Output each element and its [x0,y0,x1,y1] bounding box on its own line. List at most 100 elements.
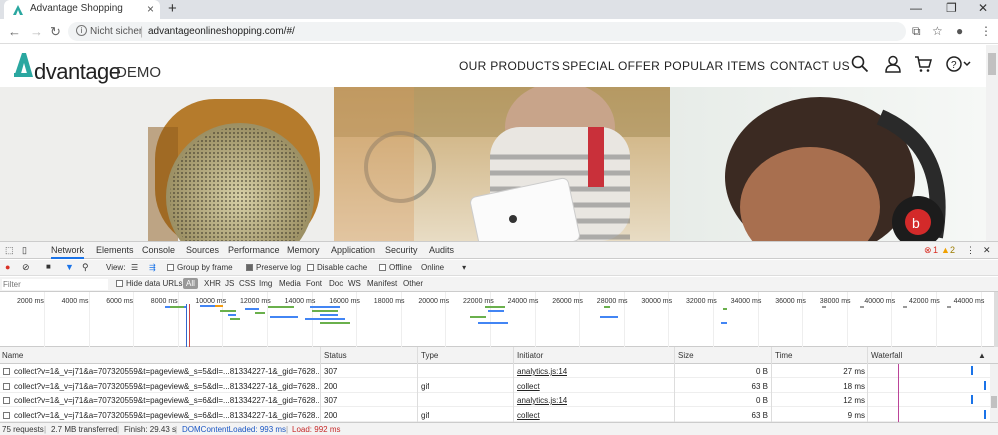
nav-contact-us[interactable]: CONTACT US [770,59,850,73]
overview-request-bar [268,306,294,308]
search-icon[interactable] [851,55,869,73]
help-icon[interactable]: ? [946,55,972,73]
cart-icon[interactable] [914,55,932,73]
filter-type-all[interactable]: All [183,278,198,289]
inspect-element-icon[interactable]: ⬚ [5,245,14,256]
large-rows-icon[interactable]: ☰ [131,263,138,272]
filter-type-img[interactable]: Img [259,279,272,288]
close-tab-icon[interactable]: × [147,2,154,16]
close-window-icon[interactable]: ✕ [978,1,988,15]
info-icon[interactable]: i [76,25,87,36]
browser-tab[interactable]: Advantage Shopping × [4,0,160,19]
column-size[interactable]: Size [678,351,694,360]
filter-type-css[interactable]: CSS [239,279,255,288]
column-waterfall[interactable]: Waterfall [871,351,902,360]
request-name[interactable]: collect?v=1&_v=j71&a=707320559&t=pagevie… [14,396,319,405]
filter-icon[interactable]: ▼ [65,262,74,272]
column-type[interactable]: Type [421,351,438,360]
device-toolbar-icon[interactable]: ▯ [22,245,27,256]
tab-application[interactable]: Application [331,245,375,255]
column-divider[interactable] [771,347,772,422]
filter-type-ws[interactable]: WS [348,279,361,288]
reload-icon[interactable]: ↻ [50,24,61,40]
filter-type-xhr[interactable]: XHR [204,279,221,288]
throttling-select[interactable]: Online ▾ [421,263,466,272]
column-divider[interactable] [320,347,321,422]
page-scrollbar[interactable] [986,45,998,241]
filter-input[interactable] [2,279,108,290]
column-time[interactable]: Time [775,351,792,360]
filter-type-js[interactable]: JS [225,279,234,288]
request-initiator[interactable]: analytics.js:14 [517,396,567,405]
request-name[interactable]: collect?v=1&_v=j71&a=707320559&t=pagevie… [14,411,319,420]
table-row[interactable]: collect?v=1&_v=j71&a=707320559&t=pagevie… [0,408,998,422]
devtools-close-icon[interactable]: ✕ [983,245,991,256]
warning-count[interactable]: 2 [950,245,955,255]
page-scrollbar-thumb[interactable] [988,53,996,75]
offline-checkbox[interactable]: Offline [379,263,412,272]
request-initiator[interactable]: collect [517,411,540,420]
request-initiator[interactable]: analytics.js:14 [517,367,567,376]
filter-type-media[interactable]: Media [279,279,301,288]
preserve-log-checkbox[interactable]: Preserve log [246,263,301,272]
table-row[interactable]: collect?v=1&_v=j71&a=707320559&t=pagevie… [0,364,998,378]
column-name[interactable]: Name [2,351,23,360]
filter-type-font[interactable]: Font [306,279,322,288]
request-table-scrollbar-thumb[interactable] [991,396,997,408]
tab-audits[interactable]: Audits [429,245,454,255]
filter-type-manifest[interactable]: Manifest [367,279,397,288]
translate-icon[interactable]: ⧉ [912,24,921,39]
nav-our-products[interactable]: OUR PRODUCTS [459,59,560,73]
error-count[interactable]: 1 [933,245,938,255]
tab-security[interactable]: Security [385,245,418,255]
request-table-scrollbar[interactable] [990,364,998,422]
tab-performance[interactable]: Performance [228,245,280,255]
tab-console[interactable]: Console [142,245,175,255]
back-arrow-icon[interactable]: ← [8,24,21,39]
tab-memory[interactable]: Memory [287,245,320,255]
nav-popular-items[interactable]: POPULAR ITEMS [664,59,765,73]
waterfall-view-icon[interactable]: ⇶ [149,263,156,272]
request-name[interactable]: collect?v=1&_v=j71&a=707320559&t=pagevie… [14,382,319,391]
warning-icon[interactable]: ▲ [941,245,950,255]
column-initiator[interactable]: Initiator [517,351,543,360]
request-initiator[interactable]: collect [517,382,540,391]
tab-network[interactable]: Network [51,245,85,259]
column-divider[interactable] [417,347,418,422]
request-name[interactable]: collect?v=1&_v=j71&a=707320559&t=pagevie… [14,367,319,376]
column-divider[interactable] [513,347,514,422]
address-bar[interactable]: i Nicht sicher | advantageonlineshopping… [68,22,906,41]
column-divider[interactable] [674,347,675,422]
tab-sources[interactable]: Sources [186,245,219,255]
column-divider[interactable] [867,347,868,422]
browser-menu-icon[interactable]: ⋮ [980,24,992,38]
record-icon[interactable]: ● [5,262,10,272]
error-icon[interactable]: ⊗ [924,245,932,256]
minimize-icon[interactable]: — [910,1,922,15]
nav-special-offer[interactable]: SPECIAL OFFER [562,59,660,73]
forward-arrow-icon[interactable]: → [30,24,43,39]
tab-elements[interactable]: Elements [96,245,134,255]
maximize-icon[interactable]: ❐ [946,1,957,15]
devtools-menu-icon[interactable]: ⋮ [966,245,975,256]
capture-screenshots-icon[interactable]: ■ [46,262,51,271]
user-icon[interactable] [884,55,902,73]
bookmark-star-icon[interactable]: ☆ [932,24,943,38]
hide-data-urls-checkbox[interactable]: Hide data URLs [116,279,182,288]
clear-icon[interactable]: ⊘ [22,262,30,273]
overview-scrollbar[interactable] [994,292,998,347]
group-by-frame-checkbox[interactable]: Group by frame [167,263,233,272]
security-label: Nicht sicher [90,26,143,37]
filter-type-other[interactable]: Other [403,279,423,288]
table-row[interactable]: collect?v=1&_v=j71&a=707320559&t=pagevie… [0,393,998,407]
table-row[interactable]: collect?v=1&_v=j71&a=707320559&t=pagevie… [0,379,998,393]
new-tab-button[interactable]: + [168,0,177,17]
search-icon[interactable]: ⚲ [82,262,89,273]
url-text[interactable]: advantageonlineshopping.com/#/ [148,26,295,37]
network-overview-timeline[interactable]: 2000 ms 4000 ms 6000 ms 8000 ms 10000 ms 1200… [0,292,998,347]
column-status[interactable]: Status [324,351,347,360]
filter-type-doc[interactable]: Doc [329,279,343,288]
throttling-value: Online [421,263,445,272]
profile-icon[interactable]: ● [956,24,963,38]
disable-cache-checkbox[interactable]: Disable cache [307,263,367,272]
